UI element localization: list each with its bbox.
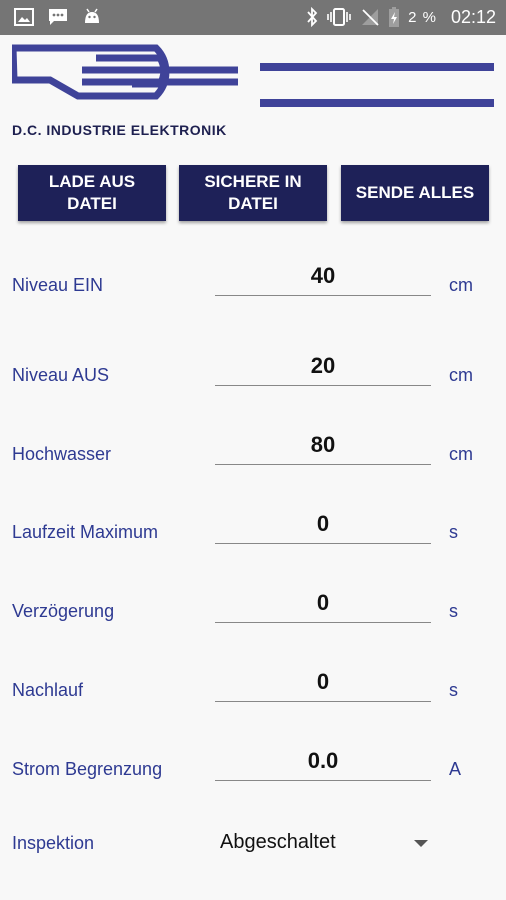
high-water-label: Hochwasser [12,444,112,464]
dropdown-arrow-icon[interactable] [414,840,428,847]
vibrate-icon [327,8,351,26]
status-bar: 2 % 02:12 [0,0,506,35]
level-off-label: Niveau AUS [12,365,110,385]
inspection-label: Inspektion [12,833,95,853]
high-water-unit: cm [449,444,473,464]
high-water-underline [215,464,431,465]
delay-unit: s [449,601,458,621]
level-off-input[interactable]: 20 [215,353,431,379]
level-on-unit: cm [449,275,473,295]
level-on-label: Niveau EIN [12,275,104,295]
delay-underline [215,622,431,623]
current-limit-unit: A [449,759,462,779]
level-off-unit: cm [449,365,473,385]
brand-name: D.C. INDUSTRIE ELEKTRONIK [12,122,227,138]
inspection-selected-value[interactable]: Abgeschaltet [220,831,336,854]
bluetooth-icon [307,7,318,27]
max-runtime-input[interactable]: 0 [215,511,431,537]
image-icon [14,8,34,26]
max-runtime-underline [215,543,431,544]
send-all-button[interactable]: SENDE ALLES [341,165,489,221]
overrun-underline [215,701,431,702]
current-limit-input[interactable]: 0.0 [215,748,431,774]
company-logo [12,44,494,107]
level-off-underline [215,385,431,386]
android-icon [85,8,99,23]
level-on-input[interactable]: 40 [215,263,431,289]
max-runtime-unit: s [449,522,458,542]
level-on-underline [215,295,431,296]
overrun-unit: s [449,680,458,700]
delay-input[interactable]: 0 [215,590,431,616]
current-limit-underline [215,780,431,781]
battery-charging-icon [389,7,400,27]
delay-label: Verzögerung [12,601,115,621]
no-signal-icon [362,9,379,26]
load-from-file-button[interactable]: LADE AUS DATEI [18,165,166,221]
battery-percent: 2 % [408,8,437,26]
save-to-file-button[interactable]: SICHERE IN DATEI [179,165,327,221]
chat-icon [49,9,67,25]
overrun-input[interactable]: 0 [215,669,431,695]
overrun-label: Nachlauf [12,680,84,700]
current-limit-label: Strom Begrenzung [12,759,163,779]
max-runtime-label: Laufzeit Maximum [12,522,159,542]
high-water-input[interactable]: 80 [215,432,431,458]
clock: 02:12 [450,6,496,27]
